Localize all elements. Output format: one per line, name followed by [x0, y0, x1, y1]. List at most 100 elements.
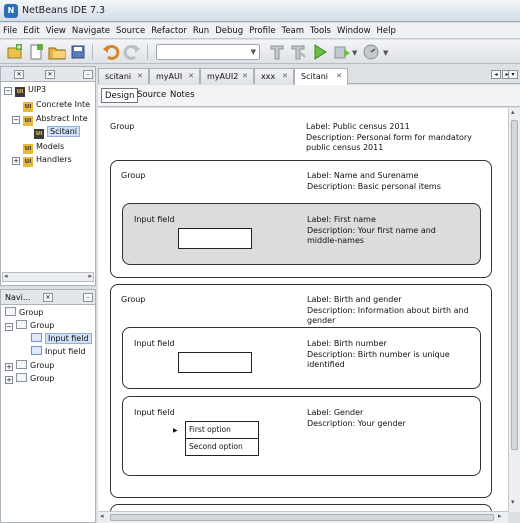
tab-list-icon[interactable]: ▾: [508, 70, 518, 79]
navigator-title[interactable]: Navi...: [5, 293, 30, 302]
scroll-tabs-left-icon[interactable]: ◂: [491, 70, 501, 79]
nav-node-group[interactable]: − Group: [5, 320, 54, 331]
netbeans-icon: N: [4, 4, 18, 18]
input-field-gender[interactable]: Input field Label: Gender Description: Y…: [122, 396, 481, 476]
close-icon[interactable]: ✕: [43, 293, 53, 302]
nav-node-group[interactable]: + Group: [5, 373, 54, 384]
scroll-up-icon[interactable]: ▴: [511, 108, 515, 116]
menu-team[interactable]: Team: [282, 26, 304, 36]
build-icon[interactable]: [268, 43, 286, 61]
nav-node-group[interactable]: Group: [5, 307, 43, 317]
field-type: Input field: [134, 408, 175, 417]
group-type: Group: [121, 295, 146, 304]
collapse-icon[interactable]: −: [12, 116, 20, 124]
run-icon[interactable]: [311, 43, 329, 61]
tree-node-models[interactable]: UI Models: [23, 142, 64, 154]
nav-node-input-field[interactable]: Input field: [31, 333, 92, 344]
input-field-birth-number[interactable]: Input field Label: Birth number Descript…: [122, 327, 481, 389]
scrollbar-thumb[interactable]: [511, 120, 518, 450]
first-name-input-preview[interactable]: [178, 228, 252, 249]
group-icon: [5, 307, 16, 316]
chevron-down-icon[interactable]: ▼: [383, 49, 388, 57]
scroll-right-icon[interactable]: ▸: [88, 272, 92, 280]
menu-window[interactable]: Window: [337, 26, 371, 36]
gender-option[interactable]: First option: [185, 421, 259, 439]
menu-navigate[interactable]: Navigate: [72, 26, 110, 36]
minimize-icon[interactable]: –: [83, 293, 93, 302]
debug-icon[interactable]: [333, 43, 351, 61]
close-icon[interactable]: ✕: [242, 72, 248, 80]
menu-tools[interactable]: Tools: [310, 26, 331, 36]
save-all-icon[interactable]: [69, 43, 87, 61]
nav-node-input-field[interactable]: Input field: [31, 346, 86, 356]
tree-node-project[interactable]: − UI UIP3: [4, 85, 46, 97]
expand-icon[interactable]: +: [5, 363, 13, 371]
view-design-button[interactable]: Design: [101, 88, 139, 103]
scroll-left-icon[interactable]: ◂: [100, 512, 104, 520]
nav-node-group[interactable]: + Group: [5, 360, 54, 371]
close-icon[interactable]: ✕: [188, 72, 194, 80]
undo-icon[interactable]: [102, 43, 120, 61]
tab-myaui2[interactable]: myAUI2 ✕: [200, 68, 254, 84]
editor-tab-bar: scitani ✕ myAUI ✕ myAUI2 ✕ xxx ✕ Scitani ✕ ◂ …: [98, 66, 520, 85]
ui-folder-icon: UI: [23, 102, 33, 112]
redo-icon[interactable]: [123, 43, 141, 61]
close-icon[interactable]: ✕: [14, 70, 24, 79]
scrollbar-thumb[interactable]: [110, 514, 494, 521]
config-combo[interactable]: ▼: [156, 44, 260, 60]
scroll-left-icon[interactable]: ◂: [4, 272, 8, 280]
input-field-icon: [31, 346, 42, 355]
tab-xxx[interactable]: xxx ✕: [254, 68, 294, 84]
group-description: Description: Basic personal items: [307, 182, 441, 191]
editor-horizontal-scrollbar[interactable]: ◂ ▸: [98, 511, 508, 523]
tab-myaui[interactable]: myAUI ✕: [149, 68, 200, 84]
menu-profile[interactable]: Profile: [249, 26, 275, 36]
close-icon[interactable]: ✕: [45, 70, 55, 79]
window-title: NetBeans IDE 7.3: [22, 5, 106, 16]
tab-scitani[interactable]: Scitani ✕: [294, 68, 348, 85]
ui-folder-icon: UI: [23, 157, 33, 167]
tree-node-abstract[interactable]: − UI Abstract Inte: [12, 114, 88, 126]
profile-icon[interactable]: [362, 43, 380, 61]
projects-horizontal-scrollbar[interactable]: ◂ ▸: [2, 272, 94, 282]
editor-vertical-scrollbar[interactable]: ▴ ▾: [508, 108, 520, 512]
expand-icon[interactable]: +: [12, 157, 20, 165]
minimize-icon[interactable]: –: [83, 70, 93, 79]
scroll-right-icon[interactable]: ▸: [498, 512, 502, 520]
menu-edit[interactable]: Edit: [23, 26, 39, 36]
collapse-icon[interactable]: −: [4, 87, 12, 95]
expand-icon[interactable]: +: [5, 376, 13, 384]
menu-refactor[interactable]: Refactor: [151, 26, 187, 36]
view-source-button[interactable]: Source: [134, 88, 169, 103]
menu-help[interactable]: Help: [377, 26, 396, 36]
menu-file[interactable]: File: [3, 26, 17, 36]
collapse-icon[interactable]: −: [5, 323, 13, 331]
input-field-first-name[interactable]: Input field Label: First name Descriptio…: [122, 203, 481, 265]
birth-number-input-preview[interactable]: [178, 352, 252, 373]
scroll-down-icon[interactable]: ▾: [511, 498, 515, 506]
tree-node-handlers[interactable]: + UI Handlers: [12, 155, 72, 167]
ui-folder-icon: UI: [23, 116, 33, 126]
menu-source[interactable]: Source: [116, 26, 145, 36]
new-file-icon[interactable]: [27, 43, 45, 61]
gender-option[interactable]: Second option: [185, 438, 259, 456]
close-icon[interactable]: ✕: [137, 72, 143, 80]
group-name-surname[interactable]: Group Label: Name and Surename Descripti…: [110, 160, 492, 278]
menu-debug[interactable]: Debug: [215, 26, 243, 36]
menu-run[interactable]: Run: [193, 26, 209, 36]
clean-build-icon[interactable]: [289, 43, 307, 61]
close-icon[interactable]: ✕: [336, 72, 342, 80]
chevron-down-icon[interactable]: ▼: [352, 49, 357, 57]
tree-node-concrete[interactable]: UI Concrete Inte: [23, 100, 90, 112]
new-project-icon[interactable]: [6, 43, 24, 61]
open-project-icon[interactable]: [48, 43, 66, 61]
nav-node-label: Group: [30, 361, 55, 370]
tab-label: xxx: [261, 72, 276, 81]
group-birth-gender[interactable]: Group Label: Birth and gender Descriptio…: [110, 284, 492, 498]
menu-view[interactable]: View: [46, 26, 66, 36]
tab-scitani-lower[interactable]: scitani ✕: [98, 68, 149, 84]
tree-node-label: Concrete Inte: [36, 100, 91, 109]
view-notes-button[interactable]: Notes: [167, 88, 198, 103]
tree-node-scitani[interactable]: UI Scitani: [34, 126, 81, 139]
close-icon[interactable]: ✕: [282, 72, 288, 80]
